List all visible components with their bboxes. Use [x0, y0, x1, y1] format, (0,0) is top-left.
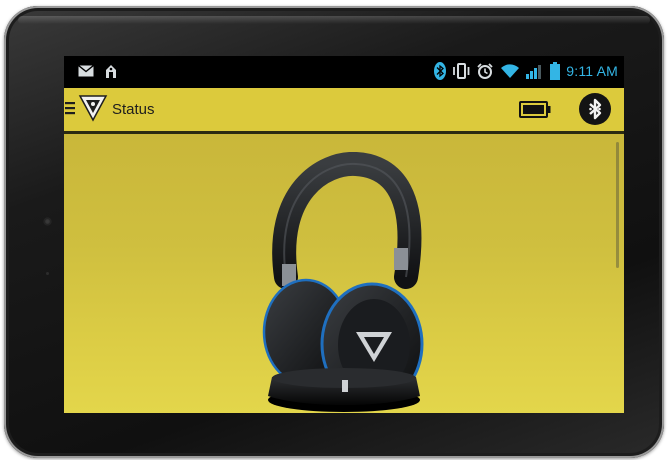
- wifi-icon: [500, 63, 520, 79]
- bluetooth-button[interactable]: [579, 93, 611, 125]
- mail-icon: [78, 65, 94, 77]
- battery-icon: [550, 62, 561, 80]
- status-content: [64, 134, 624, 413]
- bezel-shine: [18, 16, 650, 24]
- headset-image: [244, 151, 444, 413]
- signal-icon: [526, 63, 544, 79]
- cast-icon: [104, 63, 118, 79]
- app-bar: Status: [64, 88, 624, 134]
- scrollbar[interactable]: [616, 142, 619, 268]
- brand-logo-icon[interactable]: [78, 94, 108, 122]
- alarm-icon: [476, 62, 494, 80]
- front-camera: [44, 218, 51, 225]
- menu-icon[interactable]: [65, 101, 75, 115]
- page-title: Status: [112, 101, 155, 118]
- status-time: 9:11 AM: [566, 63, 618, 79]
- bluetooth-icon: [587, 98, 603, 120]
- status-bar: 9:11 AM: [64, 56, 624, 88]
- headset-battery-icon: [519, 101, 551, 118]
- system-icons: 9:11 AM: [434, 62, 618, 80]
- vibrate-icon: [452, 62, 470, 80]
- bluetooth-icon: [434, 62, 447, 80]
- light-sensor: [46, 272, 49, 275]
- notification-icons: [78, 63, 118, 79]
- device-screen: 9:11 AM Status: [64, 56, 624, 413]
